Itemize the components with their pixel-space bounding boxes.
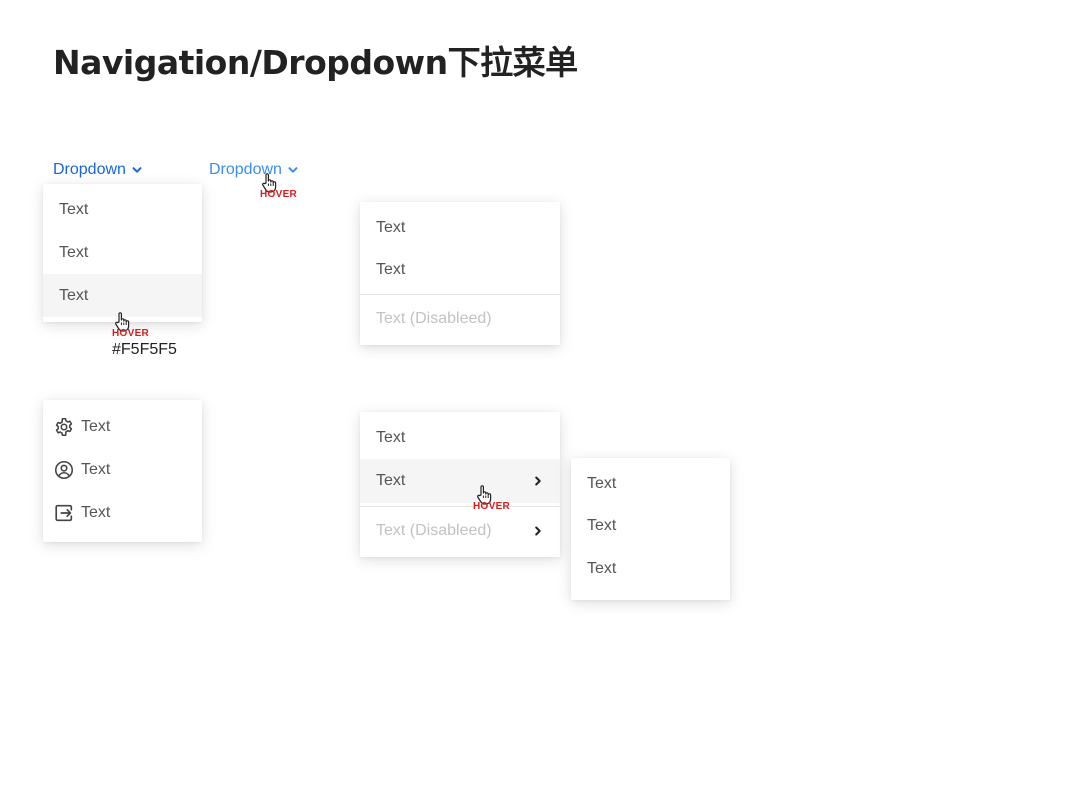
dropdown-trigger-label: Dropdown bbox=[53, 161, 126, 178]
chevron-down-icon bbox=[288, 167, 298, 173]
menu-item-label: Text bbox=[81, 460, 111, 478]
menu-item-label: Text bbox=[81, 417, 111, 435]
chevron-right-icon bbox=[535, 526, 541, 536]
dropdown-menu-basic: Text Text Text bbox=[43, 184, 202, 322]
menu-divider bbox=[360, 506, 560, 507]
submenu-item[interactable]: Text bbox=[571, 547, 730, 590]
hover-tag: HOVER bbox=[260, 189, 298, 200]
dropdown-menu-nested: Text Text Text (Disableed) bbox=[360, 412, 560, 557]
dropdown-trigger-hover[interactable]: Dropdown bbox=[209, 161, 299, 179]
hover-tag: HOVER bbox=[112, 328, 150, 339]
menu-item-label: Text (Disableed) bbox=[376, 522, 492, 539]
dropdown-menu-icons: Text Text Text bbox=[43, 400, 202, 542]
gear-icon bbox=[55, 417, 73, 436]
menu-item-settings[interactable]: Text bbox=[43, 405, 202, 448]
menu-item[interactable]: Text bbox=[43, 231, 202, 274]
menu-item-disabled: Text (Disableed) bbox=[360, 510, 560, 552]
menu-item-label: Text bbox=[81, 503, 111, 521]
menu-item[interactable]: Text bbox=[360, 417, 560, 459]
chevron-right-icon bbox=[535, 476, 541, 486]
submenu-item[interactable]: Text bbox=[571, 505, 730, 547]
dropdown-menu-disabled: Text Text Text (Disableed) bbox=[360, 202, 560, 345]
menu-item-submenu-hover[interactable]: Text bbox=[360, 459, 560, 503]
hover-tag: HOVER bbox=[473, 501, 511, 512]
submenu: Text Text Text bbox=[571, 458, 730, 600]
user-circle-icon bbox=[54, 460, 74, 479]
dropdown-trigger[interactable]: Dropdown bbox=[53, 161, 143, 179]
logout-icon bbox=[55, 504, 73, 521]
menu-item-disabled: Text (Disableed) bbox=[376, 310, 492, 327]
page-title: Navigation/Dropdown下拉菜单 bbox=[53, 43, 578, 82]
menu-item-logout[interactable]: Text bbox=[43, 491, 202, 534]
menu-item[interactable]: Text bbox=[360, 207, 560, 249]
chevron-down-icon bbox=[132, 167, 142, 173]
hover-color-label: #F5F5F5 bbox=[112, 341, 177, 358]
submenu-item[interactable]: Text bbox=[571, 463, 730, 505]
menu-divider bbox=[360, 294, 560, 295]
menu-item[interactable]: Text bbox=[360, 249, 560, 291]
menu-item-profile[interactable]: Text bbox=[43, 448, 202, 491]
menu-item-label: Text bbox=[376, 472, 406, 489]
menu-item[interactable]: Text bbox=[43, 188, 202, 231]
